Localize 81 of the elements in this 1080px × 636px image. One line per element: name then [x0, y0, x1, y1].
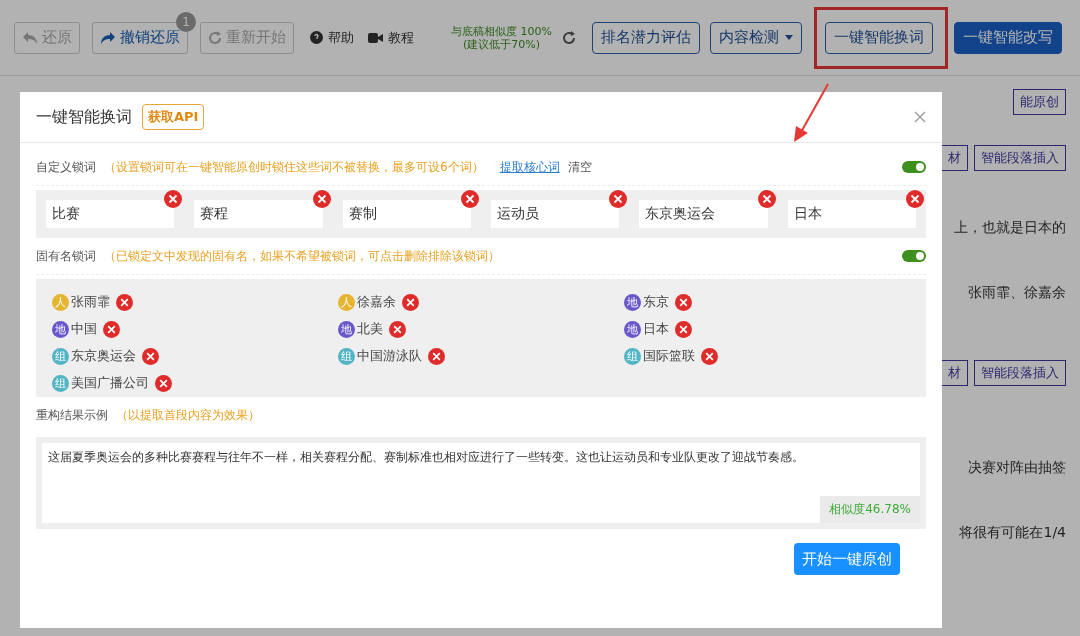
type-badge: 地 — [52, 320, 69, 338]
section-label: 自定义锁词 — [36, 158, 96, 176]
result-text: 这届夏季奥运会的多种比赛赛程与往年不一样，相关赛程分配、赛制标准也相对应进行了一些转变。这也让运动员和专业队更改了迎战节奏感。 — [48, 449, 805, 466]
page-text: 决赛对阵由抽签 — [968, 459, 1066, 477]
toggle-switch[interactable] — [902, 161, 926, 173]
remove-icon[interactable] — [402, 293, 419, 311]
remove-icon[interactable] — [428, 347, 445, 365]
name-text: 美国广播公司 — [71, 374, 149, 392]
count-badge: 1 — [176, 11, 196, 32]
remove-icon[interactable] — [675, 293, 692, 311]
refresh-icon — [208, 30, 222, 45]
name-text: 张雨霏 — [71, 293, 110, 311]
name-text: 北美 — [357, 320, 383, 338]
type-badge: 人 — [52, 293, 69, 311]
remove-icon[interactable] — [389, 320, 406, 338]
page-tag[interactable]: 智能段落插入 — [974, 360, 1066, 386]
section-hint: （已锁定文中发现的固有名，如果不希望被锁词，可点击删除排除该锁词） — [104, 247, 500, 265]
page-text: 将很有可能在1/4 — [959, 524, 1066, 542]
name-text: 东京 — [643, 293, 669, 311]
type-badge: 组 — [624, 347, 641, 365]
close-icon[interactable] — [914, 111, 926, 123]
remove-icon[interactable] — [675, 320, 692, 338]
name-text: 中国 — [71, 320, 97, 338]
name-text: 东京奥运会 — [71, 347, 136, 365]
type-badge: 地 — [624, 293, 641, 311]
remove-icon[interactable] — [116, 293, 133, 311]
similarity-text: (建议低于70%) — [463, 37, 541, 51]
clear-link[interactable]: 清空 — [567, 158, 592, 176]
help-icon — [310, 31, 323, 44]
toggle-switch[interactable] — [902, 250, 926, 262]
toolbar-link[interactable]: 帮助 — [310, 28, 354, 47]
remove-icon[interactable] — [906, 190, 924, 208]
type-badge: 地 — [624, 320, 641, 338]
section-label: 固有名锁词 — [36, 247, 96, 265]
page-text: 上，也就是日本的 — [954, 219, 1066, 237]
remove-icon[interactable] — [757, 190, 776, 208]
name-text: 徐嘉余 — [357, 293, 396, 311]
redo-icon — [100, 30, 116, 45]
name-text: 日本 — [643, 320, 669, 338]
similarity-chip: 相似度46.78% — [820, 496, 920, 523]
extract-link[interactable]: 提取核心词 — [499, 158, 560, 176]
type-badge: 人 — [338, 293, 355, 311]
type-badge: 地 — [338, 320, 355, 338]
page-tag[interactable]: 智能段落插入 — [974, 145, 1066, 171]
remove-icon[interactable] — [312, 190, 331, 208]
toolbar-link[interactable]: 教程 — [368, 28, 414, 47]
remove-icon[interactable] — [164, 190, 183, 208]
word-field[interactable]: 赛程 — [194, 200, 323, 228]
toolbar-button[interactable]: 排名潜力评估 — [592, 21, 700, 54]
section-label: 重构结果示例 — [36, 406, 108, 424]
type-badge: 组 — [52, 347, 69, 365]
toolbar-button[interactable]: 一键智能换词 — [825, 21, 933, 54]
name-text: 中国游泳队 — [357, 347, 422, 365]
dialog-title: 一键智能换词 — [36, 106, 132, 128]
type-badge: 组 — [52, 374, 69, 392]
refresh-icon[interactable] — [562, 30, 576, 45]
similarity-text: 与底稿相似度 100% — [451, 24, 552, 38]
remove-icon[interactable] — [142, 347, 159, 365]
section-hint: （设置锁词可在一键智能原创时锁住这些词不被替换，最多可设6个词） — [104, 158, 484, 176]
remove-icon[interactable] — [609, 190, 628, 208]
type-badge: 组 — [338, 347, 355, 365]
word-field[interactable]: 赛制 — [342, 200, 471, 228]
section-hint: （以提取首段内容为效果） — [116, 406, 260, 424]
pointer-arrow — [792, 82, 832, 144]
word-field[interactable]: 东京奥运会 — [639, 200, 768, 228]
word-field[interactable]: 运动员 — [491, 200, 620, 228]
toolbar-button[interactable]: 内容检测 — [710, 21, 802, 54]
word-field[interactable]: 比赛 — [46, 200, 175, 228]
word-field[interactable]: 日本 — [787, 200, 916, 228]
video-camera-icon — [368, 31, 383, 44]
remove-icon[interactable] — [701, 347, 718, 365]
page-tag[interactable]: 能原创 — [1013, 89, 1066, 115]
page-text: 张雨霏、徐嘉余 — [968, 284, 1066, 302]
remove-icon[interactable] — [461, 190, 479, 208]
toolbar-button[interactable]: 一键智能改写 — [954, 21, 1062, 54]
remove-icon[interactable] — [155, 374, 172, 392]
undo-icon — [22, 30, 38, 45]
start-button[interactable]: 开始一键原创 — [794, 543, 900, 575]
remove-icon[interactable] — [103, 320, 120, 338]
caret-icon — [785, 35, 793, 40]
name-text: 国际篮联 — [643, 347, 695, 365]
